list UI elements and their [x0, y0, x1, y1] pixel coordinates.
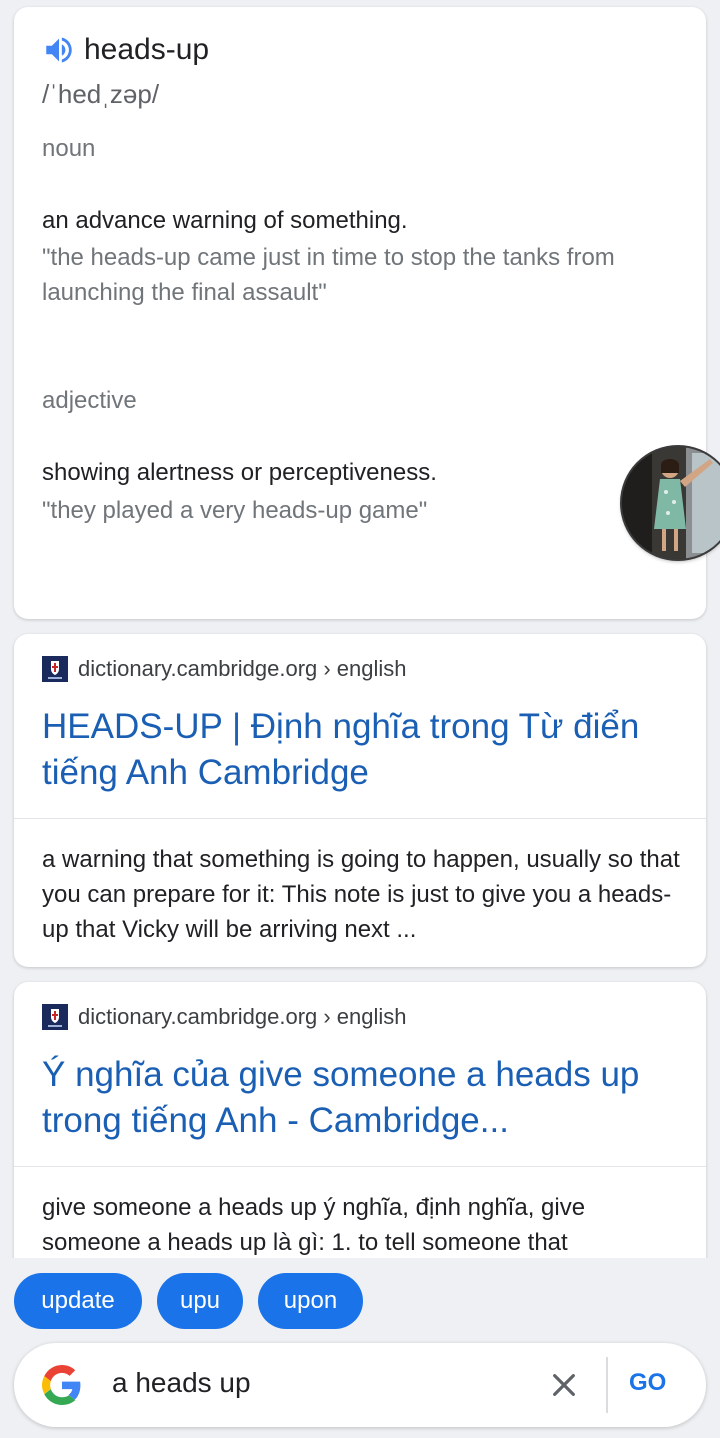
- result-source-text: dictionary.cambridge.org › english: [78, 1004, 407, 1029]
- suggestion-chip-update[interactable]: update: [14, 1273, 142, 1329]
- search-result-1[interactable]: dictionary.cambridge.org › english HEADS…: [14, 634, 706, 967]
- search-input[interactable]: a heads up: [112, 1367, 251, 1399]
- definition-adjective: showing alertness or perceptiveness.: [42, 459, 437, 486]
- suggestion-chip-upon[interactable]: upon: [258, 1273, 363, 1329]
- result-source[interactable]: dictionary.cambridge.org › english: [42, 656, 407, 682]
- result-snippet: a warning that something is going to hap…: [42, 846, 680, 943]
- headword: heads-up: [84, 33, 210, 66]
- word-row: heads-up: [42, 33, 209, 67]
- suggestion-chip-upu[interactable]: upu: [157, 1273, 243, 1329]
- result-title-link[interactable]: Ý nghĩa của give someone a heads up tron…: [42, 1052, 682, 1144]
- part-of-speech-adjective: adjective: [42, 387, 137, 414]
- cambridge-favicon-icon: [42, 656, 68, 682]
- search-bar[interactable]: a heads up GO: [14, 1343, 706, 1427]
- google-logo-icon: [42, 1365, 81, 1405]
- result-source-text: dictionary.cambridge.org › english: [78, 656, 407, 681]
- example-noun: "the heads-up came just in time to stop …: [42, 244, 615, 306]
- example-adjective: "they played a very heads-up game": [42, 497, 428, 524]
- definition-noun: an advance warning of something.: [42, 207, 408, 234]
- result-snippet: give someone a heads up ý nghĩa, định ng…: [42, 1194, 586, 1256]
- dictionary-card: heads-up /ˈhedˌzəp/ noun an advance warn…: [14, 7, 706, 619]
- cambridge-favicon-icon: [42, 1004, 68, 1030]
- divider: [14, 1166, 706, 1167]
- divider: [606, 1357, 608, 1413]
- go-button[interactable]: GO: [629, 1369, 666, 1397]
- divider: [14, 818, 706, 819]
- phonetic: /ˈhedˌzəp/: [42, 79, 160, 109]
- speaker-icon[interactable]: [42, 33, 76, 67]
- result-title-link[interactable]: HEADS-UP | Định nghĩa trong Từ điển tiến…: [42, 704, 682, 796]
- result-source[interactable]: dictionary.cambridge.org › english: [42, 1004, 407, 1030]
- close-icon[interactable]: [548, 1369, 580, 1401]
- part-of-speech-noun: noun: [42, 135, 96, 162]
